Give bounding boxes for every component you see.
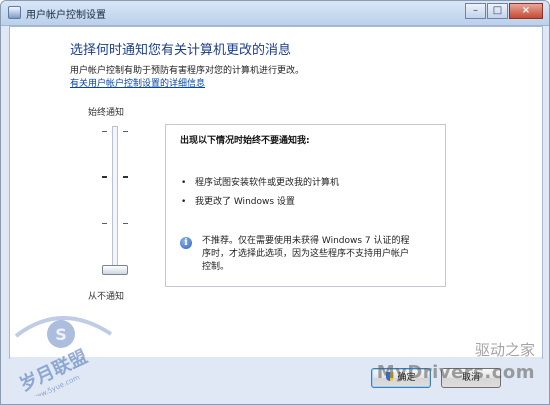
uac-settings-window: 用户帐户控制设置 – □ × 选择何时通知您有关计算机更改的消息 用户帐户控制有… <box>0 0 550 405</box>
list-item: • 我更改了 Windows 设置 <box>181 194 295 207</box>
list-item: • 程序试图安装软件或更改我的计算机 <box>181 175 339 188</box>
app-icon <box>8 6 21 19</box>
cancel-button[interactable]: 取消 <box>441 368 501 388</box>
page-title: 选择何时通知您有关计算机更改的消息 <box>70 43 292 58</box>
slider-tick <box>123 176 128 178</box>
help-link[interactable]: 有关用户帐户控制设置的详细信息 <box>70 76 205 89</box>
description-text: 用户帐户控制有助于预防有害程序对您的计算机进行更改。 <box>70 66 305 76</box>
list-item-text: 程序试图安装软件或更改我的计算机 <box>195 178 340 188</box>
notification-level-slider-thumb[interactable] <box>102 265 128 275</box>
maximize-button[interactable]: □ <box>487 3 508 19</box>
info-icon: i <box>180 237 192 249</box>
slider-tick <box>123 223 128 224</box>
ok-label: 确定 <box>397 373 416 383</box>
button-bar: 确定 取消 <box>10 357 542 404</box>
slider-track[interactable] <box>112 126 118 274</box>
info-title: 出现以下情况时始终不要通知我: <box>180 136 310 146</box>
slider-tick <box>102 131 107 132</box>
ok-button[interactable]: 确定 <box>371 368 431 388</box>
minimize-button[interactable]: – <box>465 3 486 19</box>
window-controls: – □ × <box>465 3 543 19</box>
slider-tick <box>123 131 128 132</box>
warning-note: 不推荐。仅在需要使用未获得 Windows 7 认证的程序时，才选择此选项，因为… <box>202 236 410 272</box>
window-title: 用户帐户控制设置 <box>26 10 106 21</box>
uac-shield-icon <box>386 372 395 381</box>
slider-bottom-label: 从不通知 <box>88 292 125 302</box>
close-button[interactable]: × <box>509 3 543 19</box>
bullet-icon: • <box>181 197 187 207</box>
slider-tick <box>102 223 107 224</box>
list-item-text: 我更改了 Windows 设置 <box>195 197 295 207</box>
slider-top-label: 始终通知 <box>88 108 125 118</box>
bullet-icon: • <box>181 178 187 188</box>
slider-tick <box>102 176 107 178</box>
level-description-box: 出现以下情况时始终不要通知我: • 程序试图安装软件或更改我的计算机 • 我更改了 … <box>165 124 446 287</box>
settings-panel: 选择何时通知您有关计算机更改的消息 用户帐户控制有助于预防有害程序对您的计算机进… <box>9 26 543 359</box>
title-bar[interactable]: 用户帐户控制设置 – □ × <box>1 1 549 26</box>
